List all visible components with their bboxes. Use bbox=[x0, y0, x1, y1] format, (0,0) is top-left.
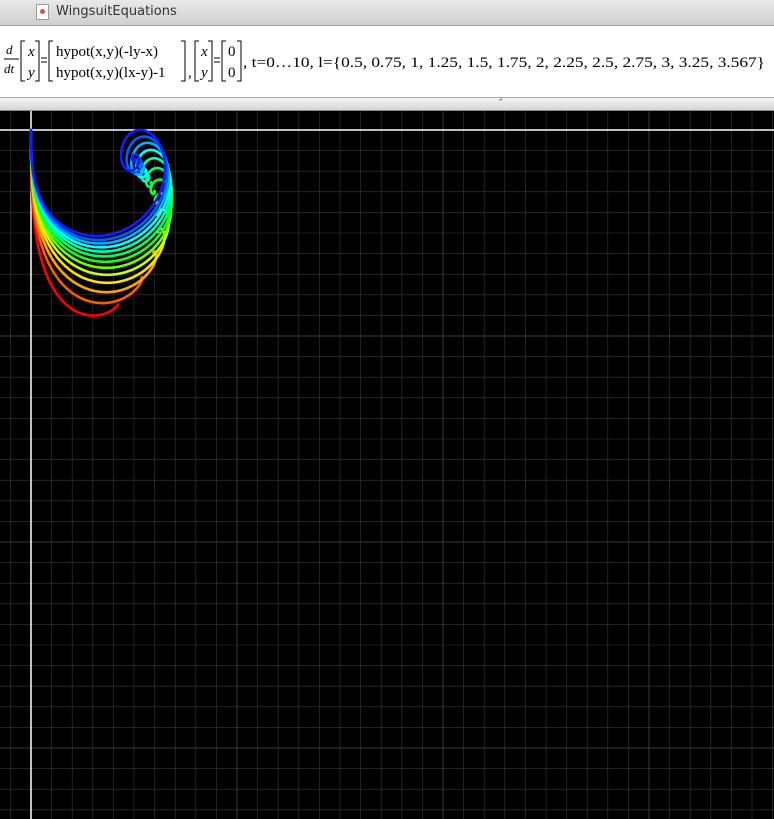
formula-rhs-bottom: hypot(x,y)(lx-y)-1 bbox=[56, 65, 166, 81]
document-icon bbox=[36, 4, 49, 20]
formula-dt: dt bbox=[4, 61, 15, 76]
pane-splitter[interactable]: ˆ bbox=[0, 97, 774, 111]
formula-rhs-top: hypot(x,y)(-ly-x) bbox=[56, 44, 158, 60]
formula-x: x bbox=[27, 44, 35, 60]
trajectory-plot bbox=[0, 111, 774, 819]
formula-input[interactable]: d dt x y hypot(x,y)(-ly-x) hypot(x,y)(lx… bbox=[0, 26, 774, 98]
window-title: WingsuitEquations bbox=[56, 4, 177, 19]
formula-y2: y bbox=[199, 65, 208, 81]
title-bar: WingsuitEquations bbox=[0, 0, 774, 26]
formula-expression: d dt x y hypot(x,y)(-ly-x) hypot(x,y)(lx… bbox=[4, 40, 765, 82]
svg-text:,: , bbox=[188, 65, 192, 81]
plot-area[interactable] bbox=[0, 111, 774, 819]
plot-grid bbox=[0, 111, 774, 819]
formula-y: y bbox=[26, 65, 35, 81]
plot-axes bbox=[0, 111, 774, 819]
formula-init-y: 0 bbox=[228, 65, 236, 81]
formula-range: , t=0…10, l={0.5, 0.75, 1, 1.25, 1.5, 1.… bbox=[243, 55, 765, 71]
trajectory-curves bbox=[29, 128, 174, 317]
formula-init-x: 0 bbox=[228, 44, 236, 60]
collapse-icon[interactable]: ˆ bbox=[498, 97, 504, 110]
formula-d: d bbox=[6, 42, 13, 57]
formula-x2: x bbox=[200, 44, 208, 60]
